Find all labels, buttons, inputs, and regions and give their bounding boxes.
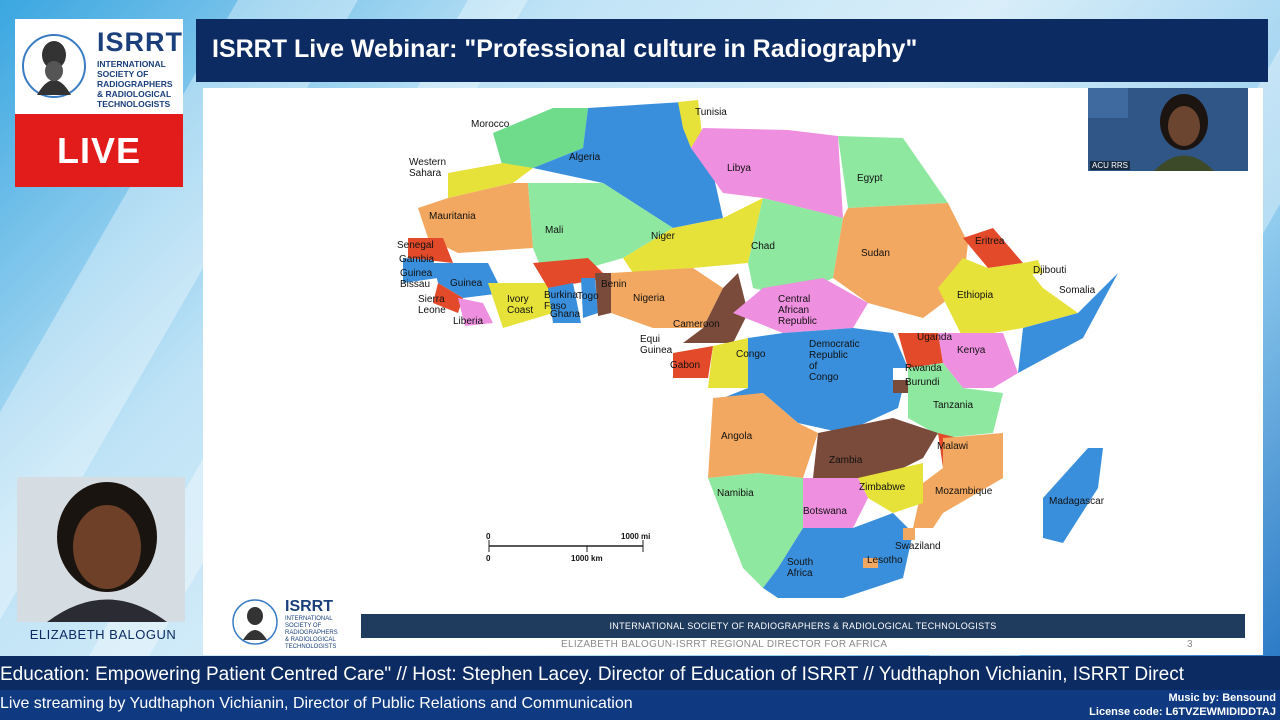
label-malawi: Malawi xyxy=(937,441,968,452)
label-zimbabwe: Zimbabwe xyxy=(859,482,906,493)
label-ivory-1: Ivory xyxy=(507,294,529,305)
label-somalia: Somalia xyxy=(1059,285,1096,296)
music-credit: Music by: Bensound License code: L6TVZEW… xyxy=(1089,691,1276,719)
label-cameroon: Cameroon xyxy=(673,319,720,330)
label-drc-3: of xyxy=(809,361,818,372)
slide-page-number: 3 xyxy=(1187,639,1193,650)
map-scale-bar: 0 1000 mi 0 1000 km xyxy=(486,532,650,563)
label-guinea-bissau-1: Guinea xyxy=(400,268,433,279)
webinar-title: ISRRT Live Webinar: "Professional cultur… xyxy=(212,35,918,63)
label-nigeria: Nigeria xyxy=(633,293,665,304)
label-guinea: Guinea xyxy=(450,278,483,289)
music-license: License code: L6TVZEWMIDIDDTAJ xyxy=(1089,706,1276,718)
label-south-africa-2: Africa xyxy=(787,568,813,579)
label-chad: Chad xyxy=(751,241,775,252)
label-sudan: Sudan xyxy=(861,248,890,259)
label-swaziland: Swaziland xyxy=(895,541,941,552)
label-togo: Togo xyxy=(577,291,599,302)
live-badge: LIVE xyxy=(15,114,183,187)
isrrt-logo: ISRRT INTERNATIONAL SOCIETY OF RADIOGRAP… xyxy=(15,19,183,114)
label-libya: Libya xyxy=(727,163,751,174)
label-drc-4: Congo xyxy=(809,372,839,383)
label-angola: Angola xyxy=(721,431,753,442)
label-drc-2: Republic xyxy=(809,350,848,361)
ticker-main: Education: Empowering Patient Centred Ca… xyxy=(0,656,1280,694)
roentgen-bust-icon xyxy=(232,599,278,645)
label-liberia: Liberia xyxy=(453,316,483,327)
speaker-webcam: ACU RRS xyxy=(1088,88,1248,171)
scale-km: 1000 km xyxy=(571,554,603,563)
label-madagascar: Madagascar xyxy=(1049,496,1105,507)
label-mauritania: Mauritania xyxy=(429,211,476,222)
roentgen-bust-icon xyxy=(22,34,86,98)
label-gambia: Gambia xyxy=(399,254,434,265)
label-mali: Mali xyxy=(545,225,563,236)
label-ghana: Ghana xyxy=(550,309,580,320)
label-car-2: African xyxy=(778,305,809,316)
presenter-image xyxy=(17,477,185,622)
label-guinea-bissau-2: Bissau xyxy=(400,279,430,290)
logo-name: ISRRT xyxy=(97,27,183,57)
label-equi-1: Equi xyxy=(640,334,660,345)
slide-isrrt-logo: ISRRT INTERNATIONAL SOCIETY OF RADIOGRAP… xyxy=(231,596,351,652)
presenter-photo xyxy=(17,477,185,622)
scale-zero-top: 0 xyxy=(486,532,491,541)
country-swaziland xyxy=(903,528,915,540)
label-morocco: Morocco xyxy=(471,119,510,130)
label-ivory-2: Coast xyxy=(507,305,533,316)
slide-footer-bar: INTERNATIONAL SOCIETY OF RADIOGRAPHERS &… xyxy=(361,614,1245,638)
label-zambia: Zambia xyxy=(829,455,863,466)
label-tanzania: Tanzania xyxy=(933,400,973,411)
label-sierra-1: Sierra xyxy=(418,294,445,305)
webcam-label: ACU RRS xyxy=(1090,161,1131,170)
label-egypt: Egypt xyxy=(857,173,883,184)
label-botswana: Botswana xyxy=(803,506,847,517)
label-mozambique: Mozambique xyxy=(935,486,993,497)
title-bar: ISRRT Live Webinar: "Professional cultur… xyxy=(196,19,1268,82)
label-kenya: Kenya xyxy=(957,345,986,356)
label-western-sahara-2: Sahara xyxy=(409,168,442,179)
ticker-sub: Live streaming by Yudthaphon Vichianin, … xyxy=(0,690,1280,720)
logo-subtitle: INTERNATIONAL SOCIETY OF RADIOGRAPHERS &… xyxy=(97,59,173,109)
scale-zero-bottom: 0 xyxy=(486,554,491,563)
label-car-3: Republic xyxy=(778,316,817,327)
label-rwanda: Rwanda xyxy=(905,363,942,374)
ticker-sub-text: Live streaming by Yudthaphon Vichianin, … xyxy=(0,695,633,712)
label-south-africa-1: South xyxy=(787,557,813,568)
label-ethiopia: Ethiopia xyxy=(957,290,994,301)
webcam-person-image xyxy=(1088,88,1248,171)
label-car-1: Central xyxy=(778,294,810,305)
label-burkina-1: Burkina xyxy=(544,290,578,301)
presenter-name: ELIZABETH BALOGUN xyxy=(29,627,177,642)
label-niger: Niger xyxy=(651,231,676,242)
label-lesotho: Lesotho xyxy=(867,555,903,566)
label-eritrea: Eritrea xyxy=(975,236,1005,247)
label-equi-2: Guinea xyxy=(640,345,673,356)
ticker-main-text: Education: Empowering Patient Centred Ca… xyxy=(0,664,1184,685)
label-djibouti: Djibouti xyxy=(1033,265,1066,276)
slide-footer-subtitle: ELIZABETH BALOGUN-ISRRT REGIONAL DIRECTO… xyxy=(561,639,888,650)
country-egypt xyxy=(838,136,948,208)
label-congo: Congo xyxy=(736,349,766,360)
slide-logo-subtitle: INTERNATIONAL SOCIETY OF RADIOGRAPHERS &… xyxy=(285,616,338,650)
label-sierra-2: Leone xyxy=(418,305,446,316)
label-benin: Benin xyxy=(601,279,627,290)
label-tunisia: Tunisia xyxy=(695,107,727,118)
label-drc-1: Democratic xyxy=(809,339,860,350)
slide-logo-name: ISRRT xyxy=(285,598,333,615)
label-burundi: Burundi xyxy=(905,377,939,388)
label-namibia: Namibia xyxy=(717,488,754,499)
label-algeria: Algeria xyxy=(569,152,601,163)
presentation-slide: Morocco Algeria Tunisia Libya Egypt West… xyxy=(203,88,1263,655)
music-credit-line1: Music by: Bensound xyxy=(1168,692,1276,704)
label-senegal: Senegal xyxy=(397,240,434,251)
label-uganda: Uganda xyxy=(917,332,952,343)
scale-miles: 1000 mi xyxy=(621,532,650,541)
label-gabon: Gabon xyxy=(670,360,700,371)
label-western-sahara-1: Western xyxy=(409,157,446,168)
